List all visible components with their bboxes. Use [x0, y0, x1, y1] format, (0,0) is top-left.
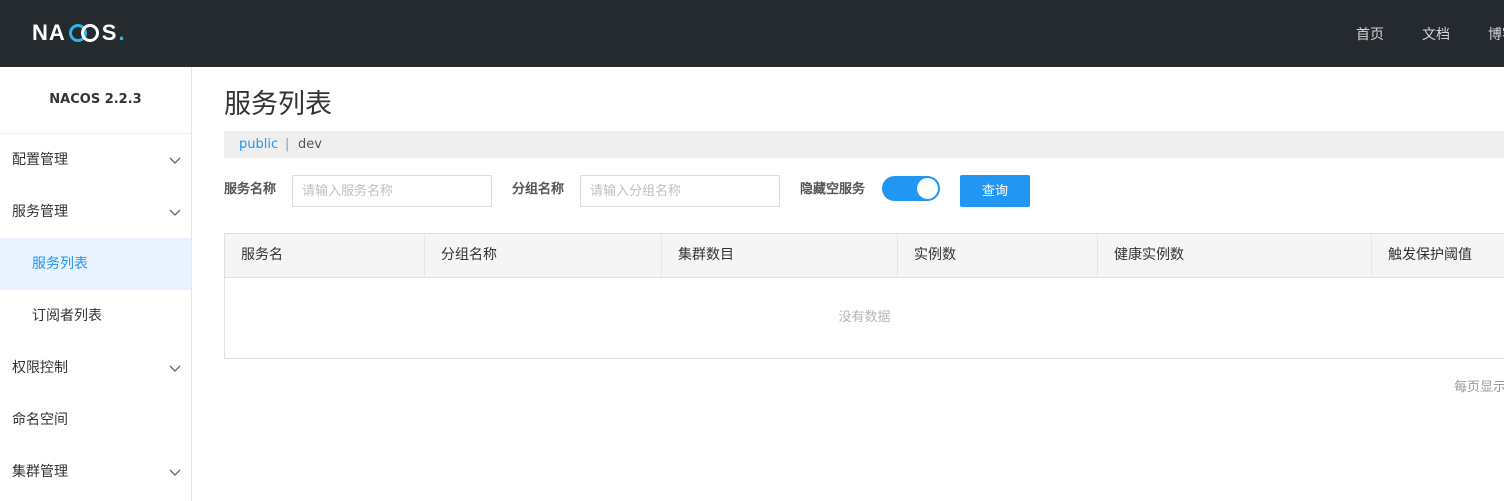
namespace-separator: | — [285, 137, 290, 152]
toggle-knob — [917, 178, 938, 199]
sidebar-item-label: 命名空间 — [12, 412, 68, 428]
hide-empty-services-toggle[interactable] — [882, 176, 940, 201]
sidebar-item-access-control[interactable]: 权限控制 — [0, 342, 191, 394]
table-empty-message: 没有数据 — [838, 310, 891, 325]
sidebar-item-label: 服务管理 — [12, 204, 68, 220]
sidebar-item-label: 配置管理 — [12, 152, 68, 168]
group-name-label: 分组名称 — [512, 182, 565, 197]
nav-docs[interactable]: 文档 — [1422, 24, 1450, 44]
sidebar-item-label: 集群管理 — [12, 464, 68, 480]
namespace-bar: public | dev — [224, 131, 1504, 158]
sidebar: NACOS 2.2.3 配置管理 服务管理 服务列表 订阅者列表 权限控制 命名… — [0, 67, 192, 501]
column-header-instance-count: 实例数 — [898, 234, 1098, 277]
top-header: NA S. 首页 文档 博客 — [0, 0, 1504, 67]
service-table: 服务名 分组名称 集群数目 实例数 健康实例数 触发保护阈值 没有数据 — [224, 233, 1504, 359]
namespace-dev-link[interactable]: dev — [298, 131, 322, 158]
sidebar-item-label: 权限控制 — [12, 360, 68, 376]
page-size-label: 每页显示 — [1454, 380, 1504, 395]
namespace-public-link[interactable]: public — [239, 131, 278, 158]
column-header-group-name: 分组名称 — [425, 234, 662, 277]
sidebar-item-service-management[interactable]: 服务管理 — [0, 186, 191, 238]
version-label: NACOS 2.2.3 — [0, 67, 191, 134]
column-header-healthy-instance-count: 健康实例数 — [1098, 234, 1372, 277]
chevron-down-icon — [169, 365, 181, 372]
sidebar-item-namespace[interactable]: 命名空间 — [0, 394, 191, 446]
sidebar-item-subscriber-list[interactable]: 订阅者列表 — [0, 290, 191, 342]
table-header: 服务名 分组名称 集群数目 实例数 健康实例数 触发保护阈值 — [225, 234, 1504, 278]
chevron-down-icon — [169, 469, 181, 476]
sidebar-item-cluster-management[interactable]: 集群管理 — [0, 446, 191, 498]
sidebar-item-label: 订阅者列表 — [32, 308, 102, 324]
service-name-label: 服务名称 — [224, 182, 277, 197]
query-button[interactable]: 查询 — [960, 175, 1030, 207]
chevron-down-icon — [169, 209, 181, 216]
group-name-input[interactable] — [580, 175, 780, 207]
nav-home[interactable]: 首页 — [1356, 24, 1384, 44]
nav-blog[interactable]: 博客 — [1488, 24, 1504, 44]
column-header-cluster-count: 集群数目 — [662, 234, 898, 277]
sidebar-item-label: 服务列表 — [32, 256, 88, 272]
column-header-service-name: 服务名 — [225, 234, 425, 277]
top-nav: 首页 文档 博客 — [1356, 0, 1504, 67]
nacos-logo[interactable]: NA S. — [32, 20, 126, 46]
service-name-input[interactable] — [292, 175, 492, 207]
page-title: 服务列表 — [224, 89, 332, 120]
column-header-protect-threshold: 触发保护阈值 — [1388, 247, 1472, 263]
logo-rings-icon — [67, 23, 101, 43]
hide-empty-services-label: 隐藏空服务 — [800, 182, 866, 197]
sidebar-item-service-list[interactable]: 服务列表 — [0, 238, 191, 290]
sidebar-item-config-management[interactable]: 配置管理 — [0, 134, 191, 186]
chevron-down-icon — [169, 157, 181, 164]
